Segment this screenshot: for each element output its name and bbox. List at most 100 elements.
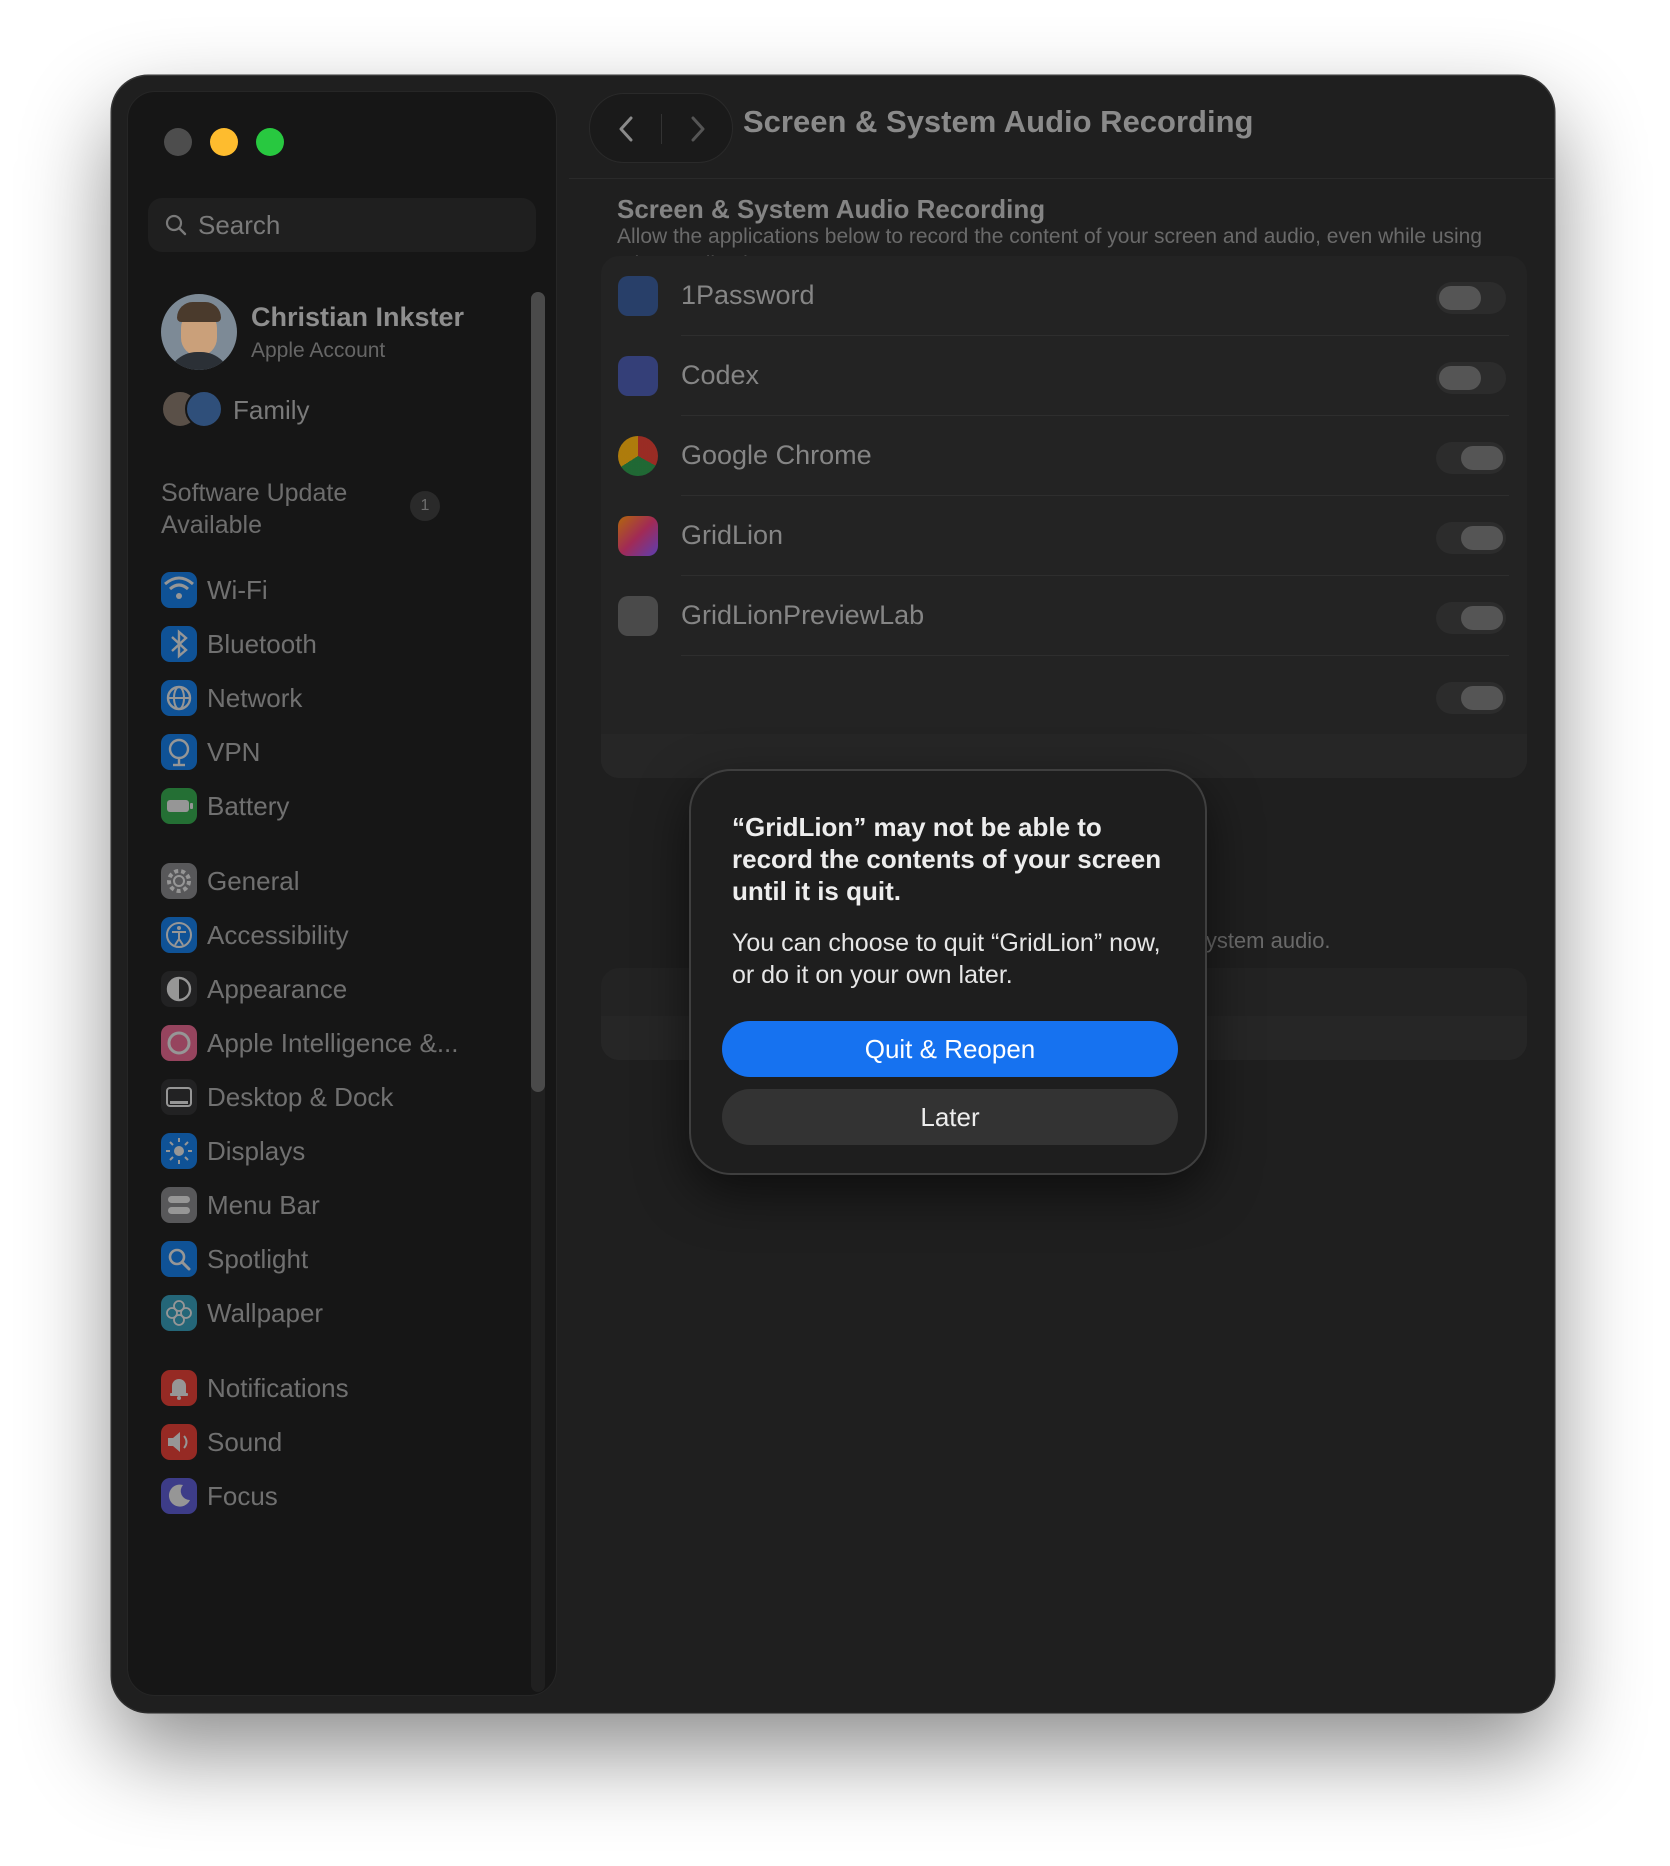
chevron-right-icon [691, 116, 705, 142]
later-button[interactable]: Later [722, 1089, 1178, 1145]
sidebar-item-wi-fi[interactable]: Wi-Fi [161, 570, 268, 610]
sidebar-item-label: Desktop & Dock [207, 1081, 394, 1112]
sidebar-item-label: Focus [207, 1480, 278, 1511]
sidebar-item-network[interactable]: Network [161, 678, 302, 718]
sidebar-item-displays[interactable]: Displays [161, 1131, 305, 1171]
search-input[interactable]: Search [148, 198, 536, 252]
chrome-icon [618, 436, 658, 476]
sidebar-item-battery[interactable]: Battery [161, 786, 289, 826]
sidebar-item-label: Accessibility [207, 919, 349, 950]
back-button[interactable] [590, 94, 662, 164]
codex-icon [618, 356, 658, 396]
software-update-badge: 1 [410, 491, 440, 521]
profile-name: Christian Inkster [251, 301, 465, 332]
forward-button[interactable] [662, 94, 734, 164]
sidebar-item-apple-intelligence[interactable]: Apple Intelligence &... [161, 1023, 459, 1063]
speaker-icon [161, 1424, 197, 1460]
sidebar-item-notifications[interactable]: Notifications [161, 1368, 349, 1408]
zoom-window-button[interactable] [256, 128, 284, 156]
sidebar-item-label: Sound [207, 1426, 283, 1457]
bluetooth-icon [161, 626, 197, 662]
quit-and-reopen-button[interactable]: Quit & Reopen [722, 1021, 1178, 1077]
sidebar-item-label: Appearance [207, 973, 348, 1004]
sidebar: Search Christian Inkster Apple Account F… [127, 91, 557, 1696]
search-placeholder: Search [198, 209, 281, 240]
battery-icon [161, 788, 197, 824]
section-title: Screen & System Audio Recording [617, 194, 1046, 224]
app-name: GridLionPreviewLab [681, 600, 925, 630]
sidebar-item-focus[interactable]: Focus [161, 1476, 278, 1516]
navigation-buttons [589, 93, 733, 163]
sidebar-item-label: Wallpaper [207, 1297, 324, 1328]
avatar [161, 294, 237, 370]
sidebar-item-label: Apple Intelligence &... [207, 1027, 459, 1058]
sidebar-item-label: General [207, 865, 300, 896]
gridlion-preview-icon [618, 596, 658, 636]
sidebar-item-label: Menu Bar [207, 1189, 320, 1220]
app-permission-row: Google Chrome [601, 416, 1527, 496]
app-name: 1Password [681, 280, 815, 310]
app-permission-row [601, 656, 1527, 736]
sidebar-item-label: Bluetooth [207, 628, 317, 659]
sidebar-item-appearance[interactable]: Appearance [161, 969, 347, 1009]
app-permission-row: 1Password [601, 256, 1527, 336]
sidebar-item-label: Displays [207, 1135, 306, 1166]
dialog-title: “GridLion” may not be able to record the… [732, 812, 1162, 906]
flower-icon [161, 1295, 197, 1331]
sidebar-item-wallpaper[interactable]: Wallpaper [161, 1293, 323, 1333]
permission-toggle[interactable] [1436, 682, 1506, 714]
family-avatars-icon [161, 390, 227, 430]
sidebar-item-vpn[interactable]: VPN [161, 732, 260, 772]
permission-toggle[interactable] [1436, 282, 1506, 314]
software-update-available[interactable]: Software Update Available [161, 477, 381, 541]
magnifier-icon [161, 1241, 197, 1277]
sidebar-item-general[interactable]: General [161, 861, 300, 901]
app-permission-row: GridLion [601, 496, 1527, 576]
moon-icon [161, 1478, 197, 1514]
apple-account-profile[interactable]: Christian Inkster Apple Account [161, 294, 464, 370]
permission-toggle[interactable] [1436, 442, 1506, 474]
app-name: GridLion [681, 520, 784, 550]
sun-icon [161, 1133, 197, 1169]
sidebar-item-label: Notifications [207, 1372, 349, 1403]
permission-toggle[interactable] [1436, 522, 1506, 554]
sidebar-item-family[interactable]: Family [161, 390, 310, 430]
permission-toggle[interactable] [1436, 362, 1506, 394]
app-permission-list: 1Password Codex Google Chrome GridLion GridL… [601, 256, 1527, 778]
wifi-icon [161, 572, 197, 608]
page-title: Screen & System Audio Recording [743, 104, 1254, 139]
app-name: Codex [681, 360, 760, 390]
sidebar-item-label: Network [207, 682, 303, 713]
sidebar-item-label: Wi-Fi [207, 574, 268, 605]
search-icon [165, 214, 187, 236]
settings-window: Search Christian Inkster Apple Account F… [112, 76, 1554, 1712]
dialog-message: You can choose to quit “GridLion” now, o… [732, 929, 1161, 989]
profile-subtitle: Apple Account [251, 338, 386, 362]
sidebar-item-bluetooth[interactable]: Bluetooth [161, 624, 317, 664]
sidebar-item-sound[interactable]: Sound [161, 1422, 282, 1462]
bell-icon [161, 1370, 197, 1406]
app-name: Google Chrome [681, 440, 872, 470]
sidebar-item-spotlight[interactable]: Spotlight [161, 1239, 308, 1279]
menu-bar-icon [161, 1187, 197, 1223]
chevron-left-icon [619, 116, 633, 142]
sidebar-item-label: VPN [207, 736, 261, 767]
permission-toggle[interactable] [1436, 602, 1506, 634]
app-permission-row: GridLionPreviewLab [601, 576, 1527, 656]
gear-icon [161, 863, 197, 899]
accessibility-icon [161, 917, 197, 953]
dock-icon [161, 1079, 197, 1115]
sidebar-item-label: Spotlight [207, 1243, 309, 1274]
app-permission-row: Codex [601, 336, 1527, 416]
close-window-button[interactable] [164, 128, 192, 156]
sidebar-item-menu-bar[interactable]: Menu Bar [161, 1185, 320, 1225]
sidebar-item-desktop-dock[interactable]: Desktop & Dock [161, 1077, 393, 1117]
minimize-window-button[interactable] [210, 128, 238, 156]
apple-intelligence-icon [161, 1025, 197, 1061]
globe-icon [161, 680, 197, 716]
vpn-globe-icon [161, 734, 197, 770]
appearance-icon [161, 971, 197, 1007]
sidebar-item-accessibility[interactable]: Accessibility [161, 915, 349, 955]
onepassword-icon [618, 276, 658, 316]
sidebar-scrollbar-thumb[interactable] [531, 292, 545, 1092]
